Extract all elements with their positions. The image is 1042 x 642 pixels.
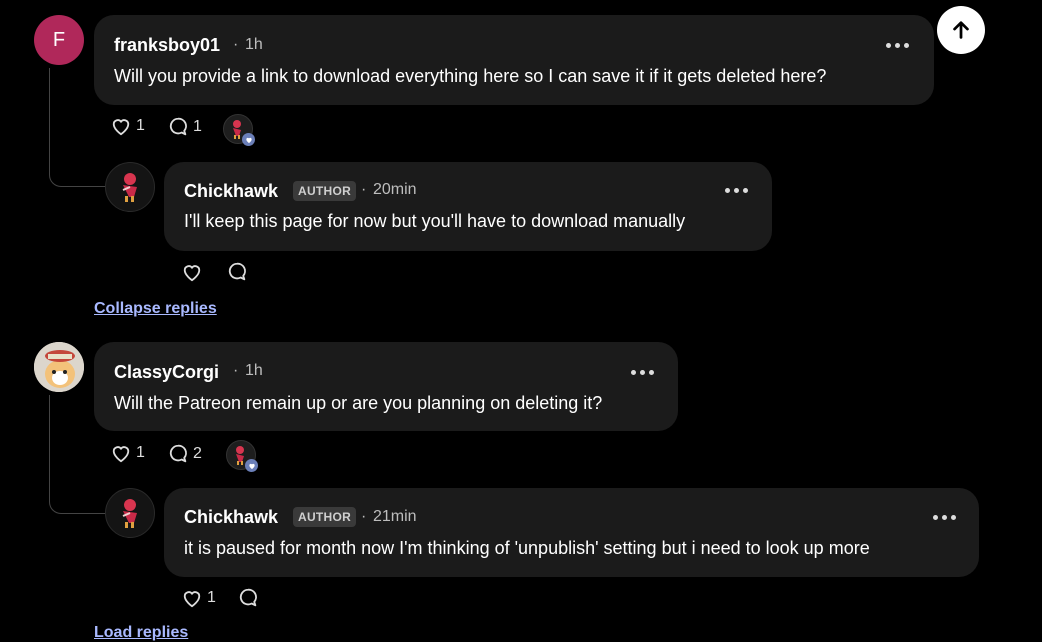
reply-author[interactable]: Chickhawk xyxy=(184,507,278,528)
comment-text: Will you provide a link to download ever… xyxy=(114,66,827,86)
reply-button[interactable] xyxy=(226,261,248,283)
reply-count: 1 xyxy=(193,118,202,135)
avatar-chickhawk-icon xyxy=(122,173,137,202)
comment-bubble xyxy=(94,342,678,431)
more-dots-icon[interactable] xyxy=(886,41,910,49)
avatar[interactable] xyxy=(105,488,155,538)
like-button[interactable] xyxy=(181,262,207,282)
reply-bubble xyxy=(164,162,772,251)
comment-icon xyxy=(169,444,187,463)
reply-count: 2 xyxy=(193,445,202,462)
comment-bubble xyxy=(94,15,934,105)
reply-separator: · xyxy=(361,181,367,198)
heart-icon xyxy=(112,446,130,463)
author-liked-badge xyxy=(226,440,258,472)
avatar[interactable] xyxy=(105,162,155,212)
like-count: 1 xyxy=(207,589,216,606)
comment-time: 1h xyxy=(245,36,263,53)
comment-icon xyxy=(169,117,187,136)
reply-text: I'll keep this page for now but you'll h… xyxy=(184,211,686,231)
avatar[interactable] xyxy=(34,342,84,392)
heart-icon xyxy=(183,265,201,282)
load-replies-link[interactable]: Load replies xyxy=(94,624,188,642)
comment-icon xyxy=(228,262,246,281)
comment-separator: · xyxy=(233,36,239,53)
more-dots-icon[interactable] xyxy=(725,186,749,194)
heart-icon xyxy=(183,591,201,608)
like-button[interactable]: 1 xyxy=(110,443,145,463)
author-badge: AUTHOR xyxy=(293,507,357,527)
reply-author[interactable]: Chickhawk xyxy=(184,181,278,202)
avatar-corgi-icon xyxy=(34,342,84,392)
author-liked-badge xyxy=(223,114,255,146)
comment-author[interactable]: ClassyCorgi xyxy=(114,362,219,383)
comment-time: 1h xyxy=(245,362,263,379)
like-button[interactable]: 1 xyxy=(181,588,216,608)
comment-author[interactable]: franksboy01 xyxy=(114,35,220,56)
arrow-up-icon xyxy=(953,21,969,39)
comment-text: Will the Patreon remain up or are you pl… xyxy=(114,393,603,413)
reply-button[interactable] xyxy=(237,587,259,609)
heart-icon xyxy=(112,119,130,136)
comment-separator: · xyxy=(233,362,239,379)
comment-icon xyxy=(239,588,257,607)
reply-time: 21min xyxy=(373,508,417,525)
more-dots-icon[interactable] xyxy=(631,368,655,376)
more-dots-icon[interactable] xyxy=(933,513,957,521)
reply-button[interactable]: 1 xyxy=(167,116,202,138)
like-count: 1 xyxy=(136,444,145,461)
reply-bubble xyxy=(164,488,979,577)
collapse-replies-link[interactable]: Collapse replies xyxy=(94,300,217,318)
reply-time: 20min xyxy=(373,181,417,198)
like-count: 1 xyxy=(136,117,145,134)
avatar[interactable]: F xyxy=(34,15,84,65)
avatar-chickhawk-icon xyxy=(122,499,137,528)
reply-text: it is paused for month now I'm thinking … xyxy=(184,538,870,558)
reply-button[interactable]: 2 xyxy=(167,443,202,465)
like-button[interactable]: 1 xyxy=(110,116,145,136)
scroll-to-top-button[interactable] xyxy=(937,6,985,54)
avatar-letter: F xyxy=(52,28,66,51)
reply-separator: · xyxy=(361,508,367,525)
author-badge: AUTHOR xyxy=(293,181,357,201)
